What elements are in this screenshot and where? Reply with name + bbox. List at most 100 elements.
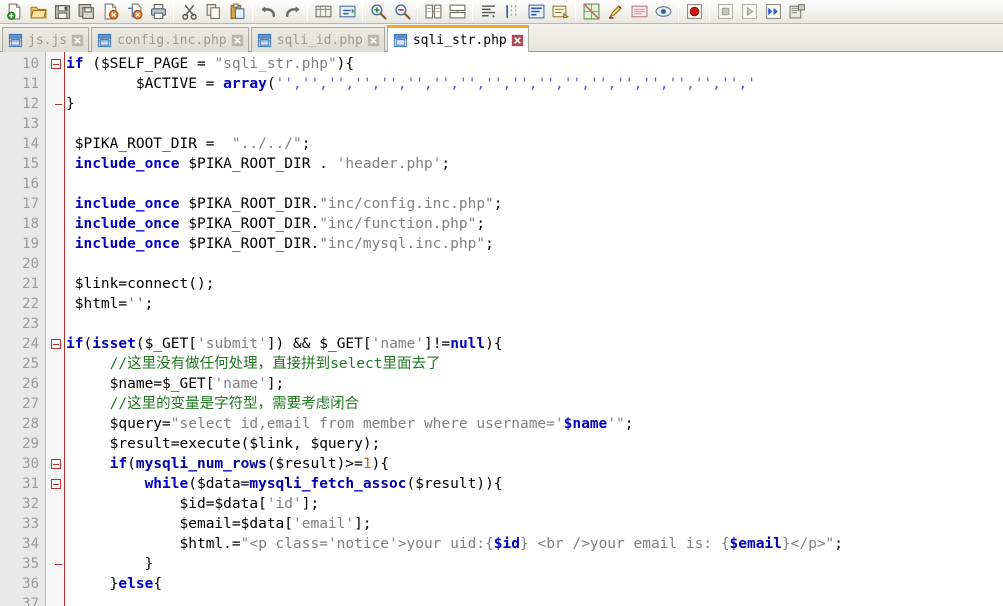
record-macro-icon[interactable]: [683, 1, 705, 22]
code-line[interactable]: }: [66, 94, 75, 114]
show-whitespace-icon[interactable]: [477, 1, 499, 22]
line-number: 22: [22, 296, 39, 312]
fold-margin[interactable]: [47, 52, 64, 606]
indent-guide-icon[interactable]: [501, 1, 523, 22]
print-icon[interactable]: [147, 1, 169, 22]
function-list-icon[interactable]: [652, 1, 674, 22]
line-number: 12: [22, 96, 39, 112]
file-tab-label: sqli_id.php: [276, 32, 363, 48]
line-number: 32: [22, 496, 39, 512]
find-icon[interactable]: [312, 1, 334, 22]
close-icon[interactable]: [231, 34, 244, 47]
toolbar-separator: [678, 2, 679, 21]
cut-icon[interactable]: [178, 1, 200, 22]
code-line[interactable]: [66, 174, 75, 194]
redo-icon[interactable]: [281, 1, 303, 22]
file-tab-js-js[interactable]: js.js: [2, 27, 90, 52]
fold-toggle-icon[interactable]: [51, 59, 61, 69]
fold-end-marker: [55, 564, 62, 565]
close-icon[interactable]: [367, 34, 380, 47]
close-all-icon[interactable]: [123, 1, 145, 22]
code-line[interactable]: $result=execute($link, $query);: [66, 434, 381, 454]
line-number: 20: [22, 256, 39, 272]
replace-icon[interactable]: [336, 1, 358, 22]
code-line[interactable]: [66, 114, 75, 134]
code-line[interactable]: [66, 314, 75, 334]
undo-icon[interactable]: [257, 1, 279, 22]
play-multiple-icon[interactable]: [762, 1, 784, 22]
line-number: 35: [22, 556, 39, 572]
toolbar-separator: [307, 2, 308, 21]
sync-scroll-icon[interactable]: [422, 1, 444, 22]
code-line[interactable]: $name=$_GET['name'];: [66, 374, 285, 394]
save-macro-icon[interactable]: [786, 1, 808, 22]
line-number: 21: [22, 276, 39, 292]
file-save-state-icon: [257, 33, 272, 48]
close-icon[interactable]: [511, 34, 524, 47]
close-file-icon[interactable]: [99, 1, 121, 22]
open-folder-icon[interactable]: [27, 1, 49, 22]
code-line[interactable]: $html='';: [66, 294, 154, 314]
line-number: 25: [22, 356, 39, 372]
code-line[interactable]: }else{: [66, 574, 162, 594]
file-tab-bar: js.js config.inc.php sqli_id.php sqli_str.p…: [0, 24, 1003, 52]
code-line[interactable]: }: [66, 554, 154, 574]
line-number: 36: [22, 576, 39, 592]
file-tab-config-inc-php[interactable]: config.inc.php: [91, 27, 249, 52]
zoom-in-icon[interactable]: [367, 1, 389, 22]
code-line[interactable]: [66, 254, 75, 274]
code-line[interactable]: include_once $PIKA_ROOT_DIR."inc/functio…: [66, 214, 485, 234]
file-tab-sqli-id-php[interactable]: sqli_id.php: [250, 27, 385, 52]
line-number: 15: [22, 156, 39, 172]
color-picker-icon[interactable]: [580, 1, 602, 22]
code-line[interactable]: //这里没有做任何处理，直接拼到select里面去了: [66, 354, 441, 374]
file-tab-sqli-str-php[interactable]: sqli_str.php: [386, 25, 529, 52]
fold-toggle-icon[interactable]: [51, 459, 61, 469]
code-line[interactable]: $query="select id,email from member wher…: [66, 414, 634, 434]
code-line[interactable]: $ACTIVE = array('','','','','','','','',…: [66, 74, 756, 94]
code-line[interactable]: if ($SELF_PAGE = "sqli_str.php"){: [66, 54, 354, 74]
line-number: 27: [22, 396, 39, 412]
new-file-icon[interactable]: [3, 1, 25, 22]
code-line[interactable]: while($data=mysqli_fetch_assoc($result))…: [66, 474, 503, 494]
play-macro-icon[interactable]: [738, 1, 760, 22]
code-editor[interactable]: 10 11 12 13 14 15 16 17 18 19 20 21 22 23 24 25 26 27 28 29…: [0, 52, 1003, 606]
code-line[interactable]: $html.="<p class='notice'>your uid:{$id}…: [66, 534, 844, 554]
fold-toggle-icon[interactable]: [51, 479, 61, 489]
stop-macro-icon[interactable]: [714, 1, 736, 22]
document-map-icon[interactable]: [628, 1, 650, 22]
code-line[interactable]: if(isset($_GET['submit']) && $_GET['name…: [66, 334, 503, 354]
line-number: 14: [22, 136, 39, 152]
user-language-icon[interactable]: [549, 1, 571, 22]
code-line[interactable]: [66, 594, 75, 606]
save-icon[interactable]: [51, 1, 73, 22]
line-number: 10: [22, 56, 39, 72]
marker-icon[interactable]: [604, 1, 626, 22]
code-text-area[interactable]: if ($SELF_PAGE = "sqli_str.php"){ $ACTIV…: [66, 52, 1003, 606]
line-number: 23: [22, 316, 39, 332]
word-wrap-icon[interactable]: [525, 1, 547, 22]
line-number: 29: [22, 436, 39, 452]
line-number: 30: [22, 456, 39, 472]
code-line[interactable]: $id=$data['id'];: [66, 494, 320, 514]
code-line[interactable]: include_once $PIKA_ROOT_DIR."inc/mysql.i…: [66, 234, 494, 254]
code-line[interactable]: $PIKA_ROOT_DIR = "../../";: [66, 134, 311, 154]
line-number: 19: [22, 236, 39, 252]
code-line[interactable]: include_once $PIKA_ROOT_DIR . 'header.ph…: [66, 154, 450, 174]
code-line[interactable]: $email=$data['email'];: [66, 514, 372, 534]
code-line[interactable]: //这里的变量是字符型，需要考虑闭合: [66, 394, 359, 414]
code-line[interactable]: include_once $PIKA_ROOT_DIR."inc/config.…: [66, 194, 503, 214]
line-number: 24: [22, 336, 39, 352]
zoom-out-icon[interactable]: [391, 1, 413, 22]
paste-icon[interactable]: [226, 1, 248, 22]
toolbar-separator: [575, 2, 576, 21]
save-all-icon[interactable]: [75, 1, 97, 22]
sync-scroll-h-icon[interactable]: [446, 1, 468, 22]
fold-toggle-icon[interactable]: [51, 339, 61, 349]
line-number: 33: [22, 516, 39, 532]
close-icon[interactable]: [71, 34, 84, 47]
copy-icon[interactable]: [202, 1, 224, 22]
code-line[interactable]: $link=connect();: [66, 274, 215, 294]
line-number: 16: [22, 176, 39, 192]
code-line[interactable]: if(mysqli_num_rows($result)>=1){: [66, 454, 389, 474]
